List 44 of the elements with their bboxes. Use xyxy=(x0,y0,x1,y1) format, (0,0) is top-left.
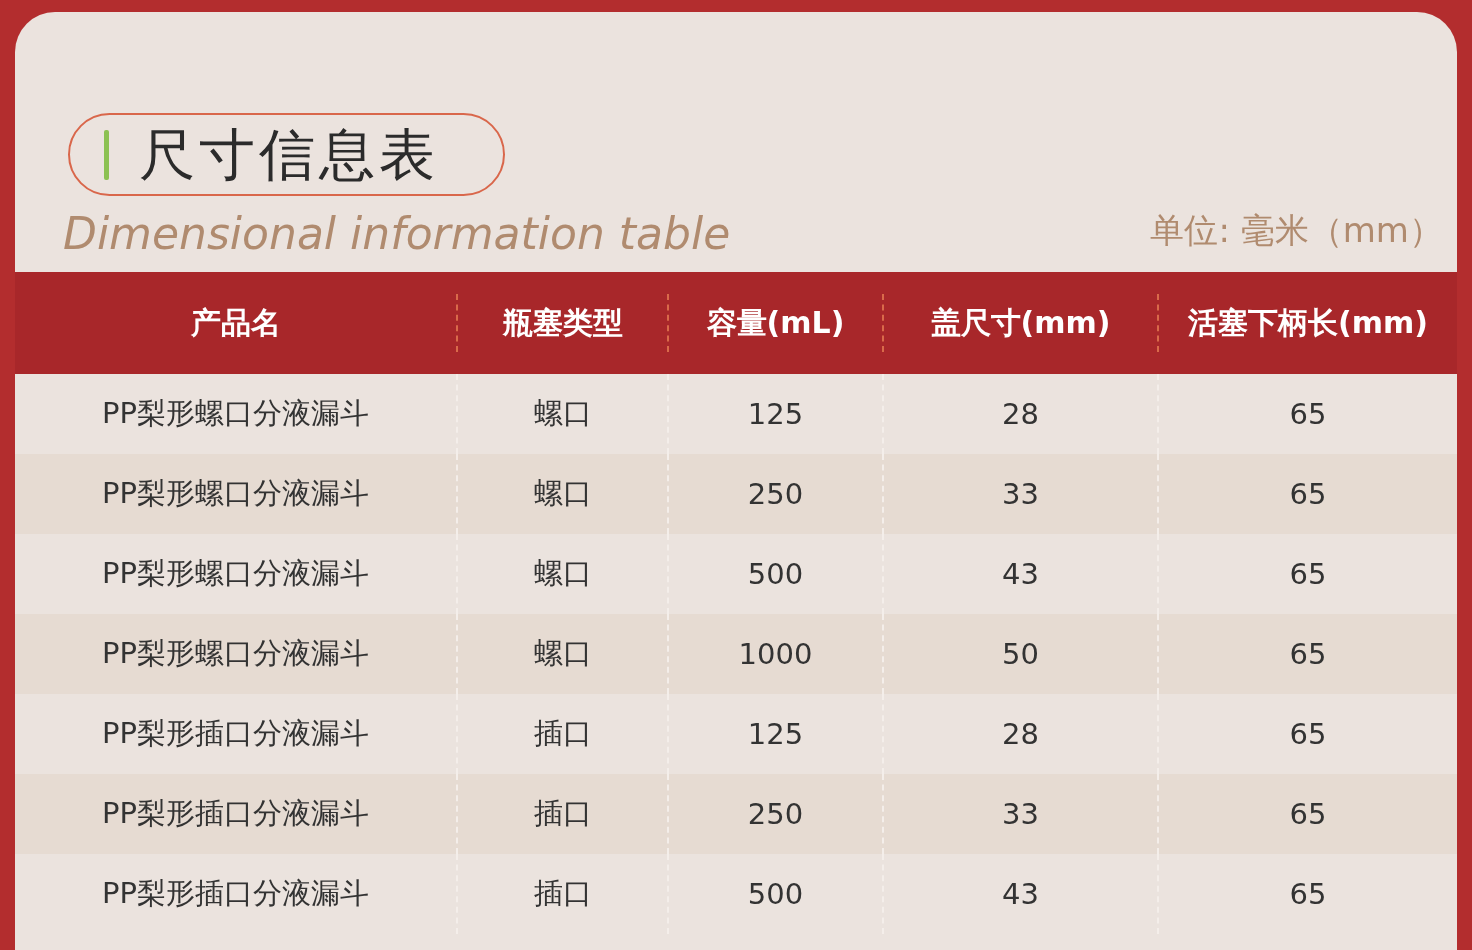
table-cell-text: PP梨形螺口分液漏斗 xyxy=(102,635,369,672)
table-cell: 65 xyxy=(1289,877,1327,911)
table-cell-text: 插口 xyxy=(533,875,592,912)
column-header: 盖尺寸(mm) xyxy=(930,303,1111,342)
table-cell: 1000 xyxy=(738,637,813,671)
subtitle: Dimensional information table xyxy=(63,209,731,258)
table-cell-text: 螺口 xyxy=(533,555,592,592)
table-cell-text: PP梨形插口分液漏斗 xyxy=(102,875,369,912)
table-cell: 43 xyxy=(1002,877,1039,911)
table-cell-text: PP梨形螺口分液漏斗 xyxy=(102,555,369,592)
table-cell-text: 螺口 xyxy=(533,395,592,432)
table-cell: 500 xyxy=(747,877,804,911)
table-cell: 65 xyxy=(1289,717,1327,751)
table-cell-text: PP梨形插口分液漏斗 xyxy=(102,715,369,752)
table-cell: 65 xyxy=(1289,557,1327,591)
table-cell-text: 插口 xyxy=(533,715,592,752)
table-cell: 65 xyxy=(1289,477,1327,511)
table-cell-text: PP梨形螺口分液漏斗 xyxy=(102,475,369,512)
table-cell: 33 xyxy=(1002,477,1039,511)
table-cell: 125 xyxy=(747,717,804,751)
table-cell: 65 xyxy=(1289,397,1327,431)
table-cell-text: 螺口 xyxy=(533,635,592,672)
table-cell-text: 插口 xyxy=(533,795,592,832)
table-cell: 65 xyxy=(1289,797,1327,831)
column-header: 瓶塞类型 xyxy=(502,303,623,342)
table-cell-text: PP梨形螺口分液漏斗 xyxy=(102,395,369,432)
table-title: 尺寸信息表 xyxy=(139,126,439,183)
column-header: 活塞下柄长(mm) xyxy=(1188,303,1428,342)
table-cell-text: 螺口 xyxy=(533,475,592,512)
table-cell: 43 xyxy=(1002,557,1039,591)
table-cell: 33 xyxy=(1002,797,1039,831)
table-cell: 250 xyxy=(747,797,804,831)
table-cell: 250 xyxy=(747,477,804,511)
table-cell: 65 xyxy=(1289,637,1327,671)
table-cell: 125 xyxy=(747,397,804,431)
accent-bar-icon xyxy=(104,129,109,180)
table-cell: 50 xyxy=(1002,637,1039,671)
table-cell: 28 xyxy=(1002,717,1039,751)
unit-label: 单位: 毫米（mm） xyxy=(1150,209,1443,252)
column-header: 产品名 xyxy=(190,303,281,342)
table-cell: 500 xyxy=(747,557,804,591)
table-cell: 28 xyxy=(1002,397,1039,431)
table-cell-text: PP梨形插口分液漏斗 xyxy=(102,795,369,832)
column-header: 容量(mL) xyxy=(706,303,845,342)
